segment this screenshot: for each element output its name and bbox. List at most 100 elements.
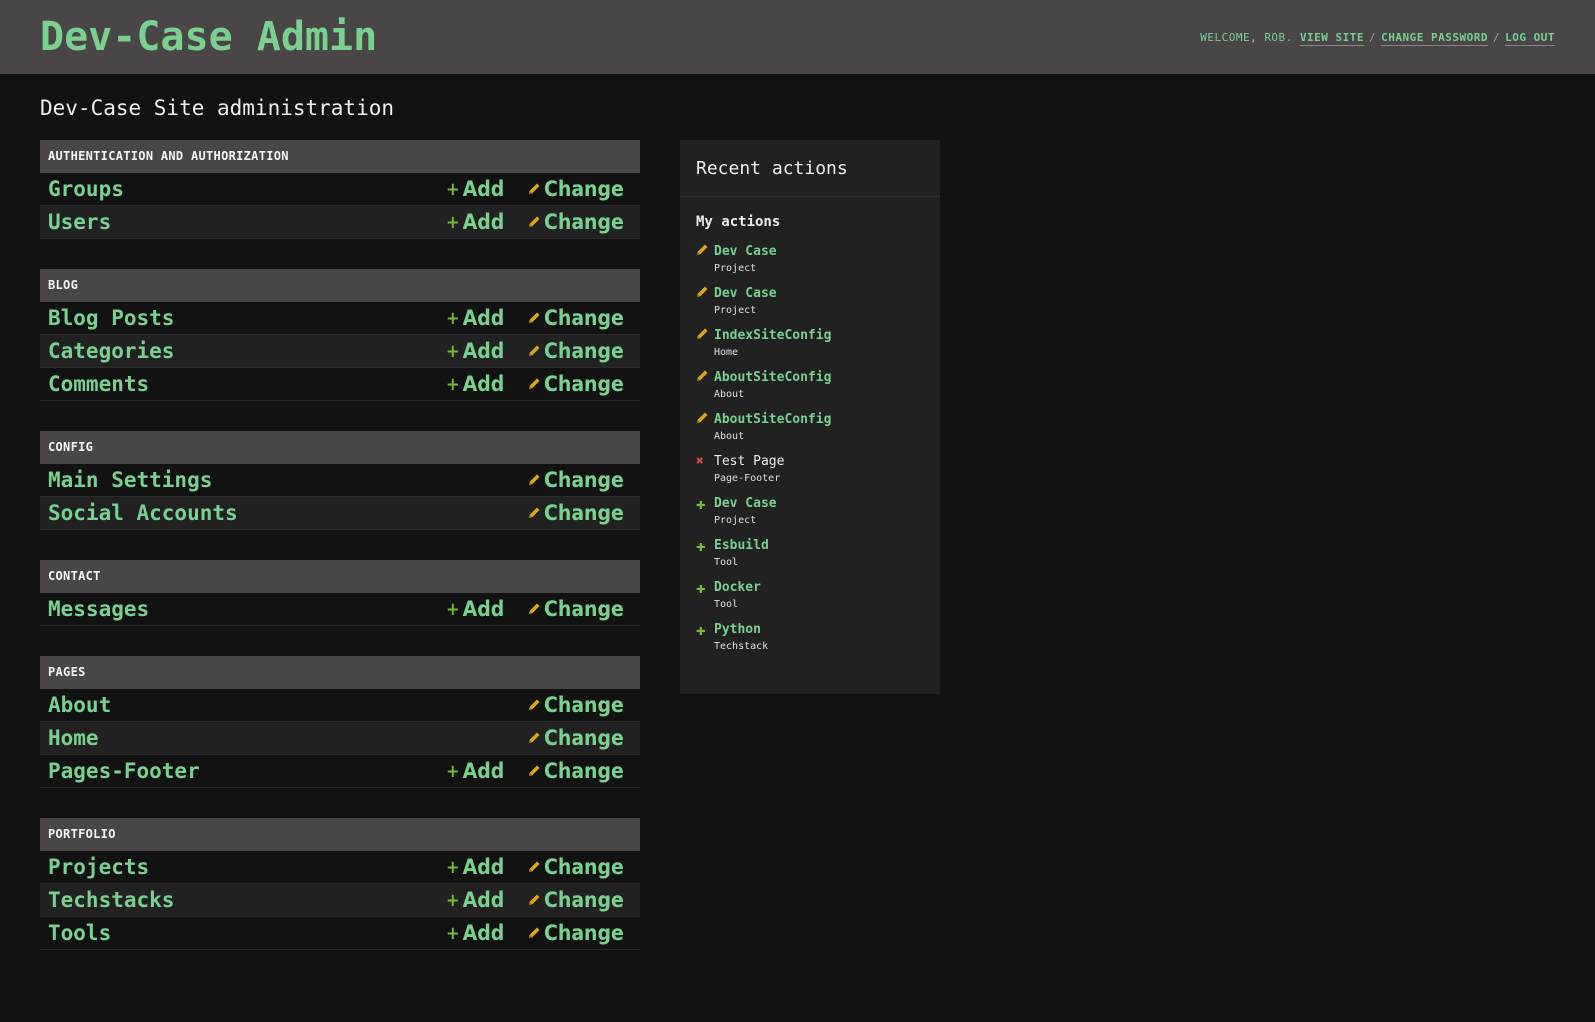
model-link[interactable]: Tools (48, 921, 446, 945)
model-link[interactable]: Groups (48, 177, 446, 201)
action-item: AboutSiteConfig About (696, 412, 924, 445)
model-link[interactable]: Comments (48, 372, 446, 396)
view-site-link[interactable]: View site (1299, 30, 1365, 46)
add-button[interactable]: + Add (446, 759, 528, 783)
change-cell: Change (528, 306, 640, 330)
recent-actions-panel: Recent actions My actions Dev Case Projec… (680, 140, 940, 694)
app-module: Blog Blog Posts + Add Change Categories + Add Ch… (40, 269, 640, 401)
change-button[interactable]: Change (528, 372, 640, 396)
app-module: Pages About Change Home Change Pages-Footer + A… (40, 656, 640, 788)
add-button[interactable]: + Add (446, 372, 528, 396)
app-caption[interactable]: Config (40, 431, 640, 464)
action-item: AboutSiteConfig About (696, 370, 924, 403)
add-button[interactable]: + Add (446, 177, 528, 201)
action-title-link[interactable]: Docker (714, 580, 761, 596)
model-link[interactable]: Projects (48, 855, 446, 879)
change-button[interactable]: Change (528, 921, 640, 945)
change-cell: Change (528, 468, 640, 492)
change-label: Change (544, 177, 624, 201)
plus-icon: + (446, 922, 460, 944)
model-row: About Change (40, 689, 640, 722)
action-title-link[interactable]: Dev Case (714, 286, 777, 302)
change-button[interactable]: Change (528, 759, 640, 783)
plus-icon: ✚ (696, 578, 706, 597)
pencil-icon (528, 894, 544, 906)
add-button[interactable]: + Add (446, 306, 528, 330)
app-caption[interactable]: Pages (40, 656, 640, 689)
model-row: Blog Posts + Add Change (40, 302, 640, 335)
model-link[interactable]: Categories (48, 339, 446, 363)
action-model: Tool (714, 599, 739, 610)
add-cell: + Add (446, 177, 528, 201)
action-title-link[interactable]: Python (714, 622, 768, 638)
change-button[interactable]: Change (528, 726, 640, 750)
action-title-link[interactable]: IndexSiteConfig (714, 328, 831, 344)
app-caption[interactable]: Contact (40, 560, 640, 593)
add-label: Add (462, 597, 505, 621)
action-title-link[interactable]: AboutSiteConfig (714, 412, 831, 428)
action-title-link[interactable]: Esbuild (714, 538, 769, 554)
add-button[interactable]: + Add (446, 339, 528, 363)
log-out-link[interactable]: Log out (1505, 30, 1555, 46)
add-cell: + Add (446, 339, 528, 363)
model-link[interactable]: Social Accounts (48, 501, 446, 525)
add-label: Add (462, 306, 505, 330)
add-button[interactable]: + Add (446, 597, 528, 621)
pencil-icon (696, 328, 714, 361)
pencil-icon (528, 474, 544, 486)
action-text: Dev Case Project (714, 496, 777, 529)
change-button[interactable]: Change (528, 210, 640, 234)
app-caption[interactable]: Authentication and Authorization (40, 140, 640, 173)
change-button[interactable]: Change (528, 306, 640, 330)
model-link[interactable]: Pages-Footer (48, 759, 446, 783)
header: Dev-Case Admin Welcome, Rob. View site / C… (0, 0, 1595, 74)
separator: / (1369, 30, 1377, 44)
add-button[interactable]: + Add (446, 210, 528, 234)
pencil-icon (528, 378, 544, 390)
change-label: Change (544, 210, 624, 234)
change-button[interactable]: Change (528, 468, 640, 492)
change-label: Change (544, 468, 624, 492)
model-link[interactable]: Users (48, 210, 446, 234)
change-button[interactable]: Change (528, 693, 640, 717)
model-link[interactable]: Home (48, 726, 446, 750)
site-branding[interactable]: Dev-Case Admin (40, 14, 377, 60)
app-caption[interactable]: Blog (40, 269, 640, 302)
change-button[interactable]: Change (528, 501, 640, 525)
change-button[interactable]: Change (528, 177, 640, 201)
model-link[interactable]: Blog Posts (48, 306, 446, 330)
model-link[interactable]: Techstacks (48, 888, 446, 912)
pencil-icon (528, 765, 544, 777)
action-item: ✚ Python Techstack (696, 622, 924, 655)
change-button[interactable]: Change (528, 339, 640, 363)
action-model: Tool (714, 557, 739, 568)
change-button[interactable]: Change (528, 597, 640, 621)
pencil-icon (696, 370, 714, 403)
action-title-link[interactable]: Dev Case (714, 496, 777, 512)
change-password-link[interactable]: Change password (1381, 30, 1489, 46)
action-item: ✚ Esbuild Tool (696, 538, 924, 571)
add-button[interactable]: + Add (446, 855, 528, 879)
plus-icon: + (446, 211, 460, 233)
model-row: Main Settings Change (40, 464, 640, 497)
app-caption[interactable]: Portfolio (40, 818, 640, 851)
action-title-link[interactable]: Dev Case (714, 244, 777, 260)
add-button[interactable]: + Add (446, 921, 528, 945)
pencil-icon (528, 216, 544, 228)
change-button[interactable]: Change (528, 888, 640, 912)
add-cell: + Add (446, 888, 528, 912)
change-cell: Change (528, 888, 640, 912)
change-cell: Change (528, 759, 640, 783)
action-title-link[interactable]: AboutSiteConfig (714, 370, 831, 386)
plus-icon: + (446, 178, 460, 200)
add-button[interactable]: + Add (446, 888, 528, 912)
model-link[interactable]: About (48, 693, 446, 717)
change-label: Change (544, 339, 624, 363)
model-link[interactable]: Messages (48, 597, 446, 621)
model-link[interactable]: Main Settings (48, 468, 446, 492)
add-cell: + Add (446, 597, 528, 621)
app-module: Authentication and Authorization Groups + A… (40, 140, 640, 239)
action-text: IndexSiteConfig Home (714, 328, 831, 361)
plus-icon: + (446, 373, 460, 395)
change-button[interactable]: Change (528, 855, 640, 879)
